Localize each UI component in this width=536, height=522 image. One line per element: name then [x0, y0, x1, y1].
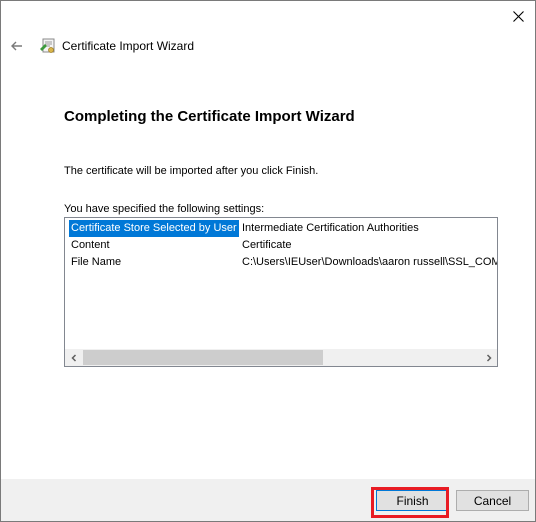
certificate-import-wizard-window: Certificate Import Wizard Completing the…: [0, 0, 536, 522]
chevron-right-icon: [486, 353, 492, 362]
scrollbar-thumb[interactable]: [83, 350, 323, 365]
settings-list[interactable]: Certificate Store Selected by User Inter…: [64, 217, 498, 367]
page-heading: Completing the Certificate Import Wizard: [64, 108, 355, 125]
button-bar: Finish Cancel: [1, 479, 535, 521]
back-arrow-icon: [11, 41, 22, 51]
scroll-left-button[interactable]: [65, 349, 82, 366]
setting-value: Certificate: [242, 239, 292, 251]
settings-row-content[interactable]: Content Certificate: [65, 237, 497, 254]
settings-row-file-name[interactable]: File Name C:\Users\IEUser\Downloads\aaro…: [65, 254, 497, 271]
settings-row-store[interactable]: Certificate Store Selected by User Inter…: [65, 220, 497, 237]
chevron-left-icon: [70, 353, 76, 362]
close-icon: [512, 10, 524, 22]
setting-value: Intermediate Certification Authorities: [242, 222, 419, 234]
finish-button[interactable]: Finish: [376, 490, 449, 511]
horizontal-scrollbar[interactable]: [65, 349, 497, 366]
scroll-right-button[interactable]: [480, 349, 497, 366]
setting-name: File Name: [71, 256, 122, 268]
cancel-button[interactable]: Cancel: [456, 490, 529, 511]
setting-name: Content: [71, 239, 110, 251]
close-button[interactable]: [501, 1, 535, 31]
setting-name: Certificate Store Selected by User: [69, 220, 239, 237]
back-button[interactable]: [9, 38, 25, 54]
setting-value: C:\Users\IEUser\Downloads\aaron russell\…: [242, 256, 497, 268]
settings-label: You have specified the following setting…: [64, 203, 265, 215]
window-title: Certificate Import Wizard: [62, 39, 195, 53]
certificate-wizard-icon: [39, 37, 57, 55]
page-description: The certificate will be imported after y…: [64, 165, 319, 177]
